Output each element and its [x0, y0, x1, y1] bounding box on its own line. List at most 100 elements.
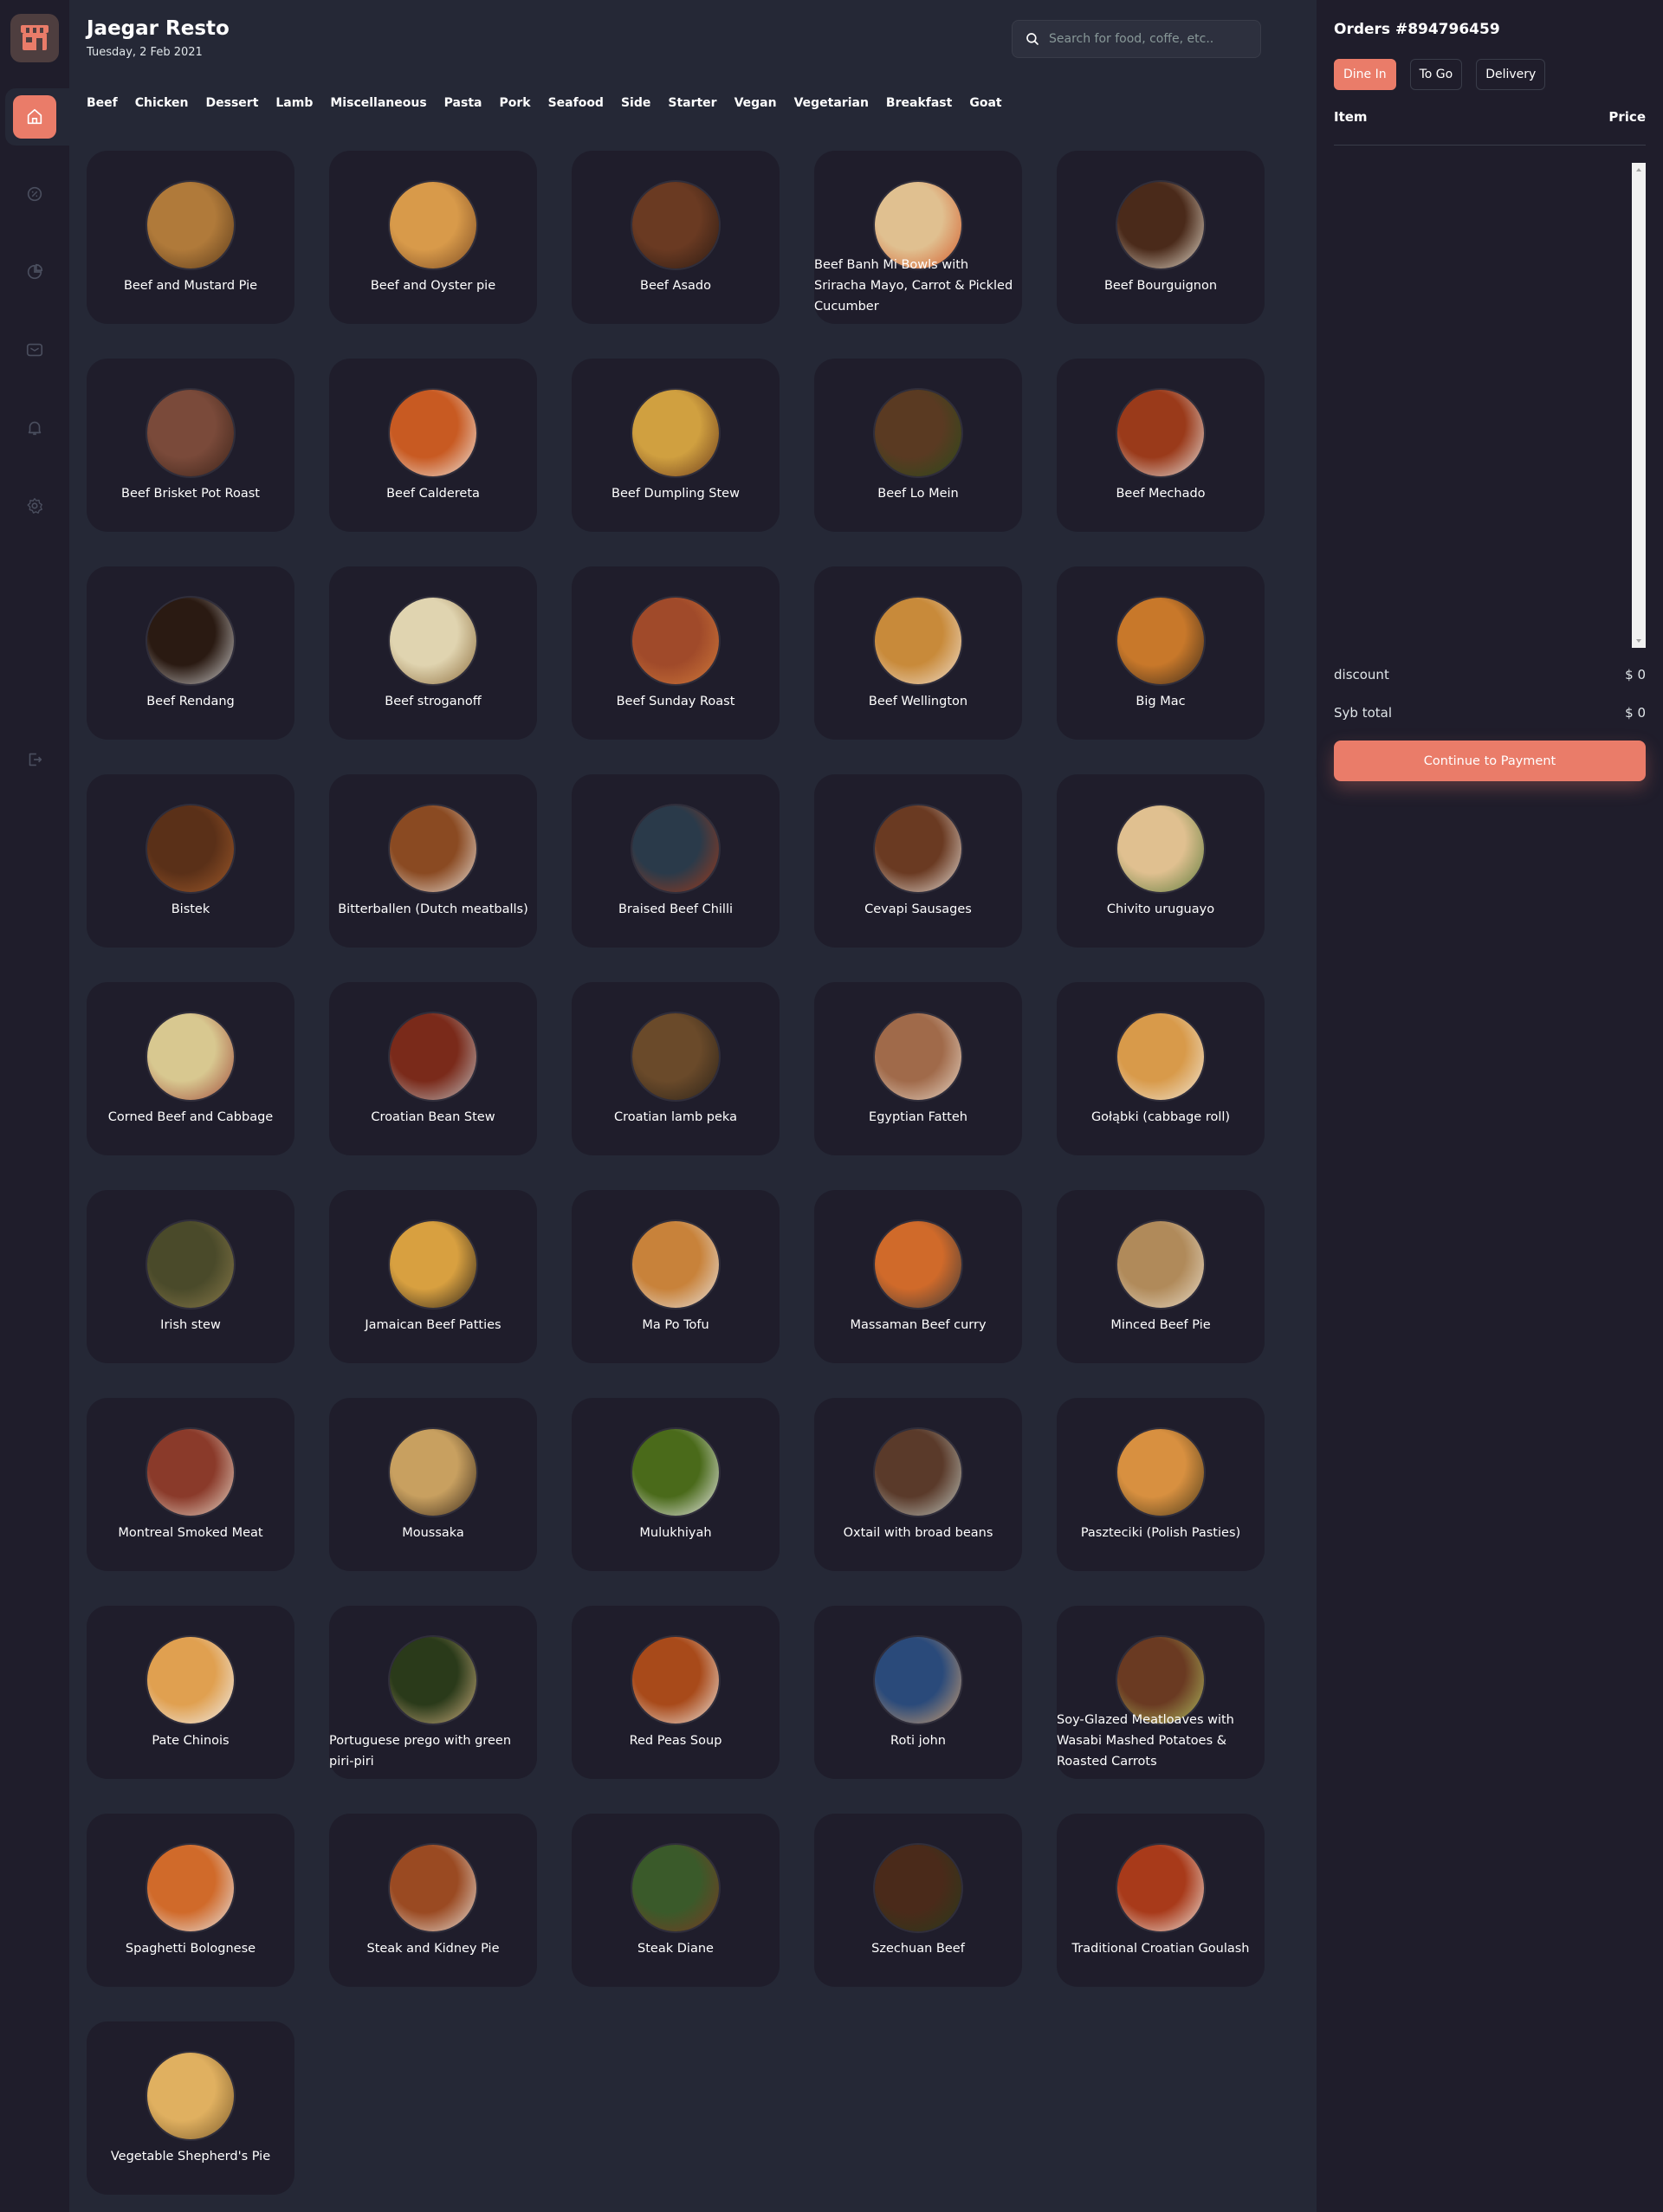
- menu-card[interactable]: Jamaican Beef Patties: [329, 1190, 537, 1363]
- menu-card[interactable]: Steak Diane: [572, 1814, 780, 1987]
- notification-icon: [28, 421, 42, 436]
- nav-dashboard[interactable]: [0, 248, 69, 296]
- menu-card[interactable]: Beef Wellington: [814, 566, 1022, 740]
- tab-to-go[interactable]: To Go: [1409, 59, 1463, 90]
- menu-card[interactable]: Beef Asado: [572, 151, 780, 324]
- menu-card[interactable]: Bitterballen (Dutch meatballs): [329, 774, 537, 948]
- subtotal-row: Syb total $ 0: [1334, 705, 1646, 721]
- menu-card[interactable]: Moussaka: [329, 1398, 537, 1571]
- dish-name: Paszteciki (Polish Pasties): [1080, 1526, 1241, 1540]
- menu-card[interactable]: Spaghetti Bolognese: [87, 1814, 294, 1987]
- category-tab-side[interactable]: Side: [621, 96, 650, 110]
- menu-card[interactable]: Gołąbki (cabbage roll): [1057, 982, 1265, 1155]
- menu-card[interactable]: Beef Dumpling Stew: [572, 359, 780, 532]
- menu-card[interactable]: Beef stroganoff: [329, 566, 537, 740]
- order-list-scrollbar[interactable]: [1632, 163, 1646, 648]
- menu-card[interactable]: Vegetable Shepherd's Pie: [87, 2021, 294, 2195]
- continue-to-payment-button[interactable]: Continue to Payment: [1334, 741, 1646, 781]
- menu-card[interactable]: Mulukhiyah: [572, 1398, 780, 1571]
- nav-settings[interactable]: [0, 482, 69, 530]
- category-tab-pasta[interactable]: Pasta: [444, 96, 482, 110]
- tab-dine-in[interactable]: Dine In: [1334, 59, 1396, 90]
- menu-card[interactable]: Montreal Smoked Meat: [87, 1398, 294, 1571]
- dish-name: Croatian lamb peka: [614, 1110, 737, 1124]
- category-tab-breakfast[interactable]: Breakfast: [886, 96, 952, 110]
- menu-card[interactable]: Cevapi Sausages: [814, 774, 1022, 948]
- category-tab-chicken[interactable]: Chicken: [135, 96, 189, 110]
- menu-card[interactable]: Big Mac: [1057, 566, 1265, 740]
- category-tab-miscellaneous[interactable]: Miscellaneous: [330, 96, 426, 110]
- menu-card[interactable]: Beef Lo Mein: [814, 359, 1022, 532]
- dish-name: Portuguese prego with green piri-piri: [329, 1734, 512, 1769]
- dish-name: Soy-Glazed Meatloaves with Wasabi Mashed…: [1057, 1713, 1234, 1769]
- category-tab-seafood[interactable]: Seafood: [548, 96, 604, 110]
- dish-image: [875, 390, 961, 476]
- menu-card[interactable]: Beef Caldereta: [329, 359, 537, 532]
- tab-delivery[interactable]: Delivery: [1476, 59, 1546, 90]
- menu-card[interactable]: Croatian Bean Stew: [329, 982, 537, 1155]
- category-tab-starter[interactable]: Starter: [668, 96, 716, 110]
- menu-card[interactable]: Traditional Croatian Goulash: [1057, 1814, 1265, 1987]
- menu-card[interactable]: Beef Rendang: [87, 566, 294, 740]
- dish-image: [147, 1637, 234, 1724]
- dish-name: Spaghetti Bolognese: [125, 1942, 256, 1956]
- category-tab-lamb[interactable]: Lamb: [275, 96, 313, 110]
- menu-card[interactable]: Beef Brisket Pot Roast: [87, 359, 294, 532]
- category-tab-vegetarian[interactable]: Vegetarian: [794, 96, 869, 110]
- nav-home[interactable]: [0, 93, 69, 141]
- menu-card[interactable]: Beef and Mustard Pie: [87, 151, 294, 324]
- dashboard-icon: [27, 263, 43, 280]
- menu-card[interactable]: Steak and Kidney Pie: [329, 1814, 537, 1987]
- nav-notifications[interactable]: [0, 404, 69, 452]
- divider: [1334, 145, 1646, 146]
- menu-card[interactable]: Ma Po Tofu: [572, 1190, 780, 1363]
- menu-card[interactable]: Soy-Glazed Meatloaves with Wasabi Mashed…: [1057, 1606, 1265, 1779]
- menu-card[interactable]: Beef Banh Mi Bowls with Sriracha Mayo, C…: [814, 151, 1022, 324]
- menu-card[interactable]: Pate Chinois: [87, 1606, 294, 1779]
- nav-discount[interactable]: [0, 170, 69, 218]
- menu-card[interactable]: Beef Bourguignon: [1057, 151, 1265, 324]
- scroll-down-icon[interactable]: [1636, 639, 1641, 643]
- menu-card[interactable]: Minced Beef Pie: [1057, 1190, 1265, 1363]
- scroll-up-icon[interactable]: [1636, 168, 1641, 171]
- menu-card[interactable]: Oxtail with broad beans: [814, 1398, 1022, 1571]
- dish-image: [147, 805, 234, 892]
- dish-image: [147, 1013, 234, 1100]
- search-input[interactable]: [1049, 32, 1248, 46]
- menu-card[interactable]: Red Peas Soup: [572, 1606, 780, 1779]
- menu-card[interactable]: Corned Beef and Cabbage: [87, 982, 294, 1155]
- menu-card[interactable]: Beef Mechado: [1057, 359, 1265, 532]
- search-icon: [1026, 33, 1039, 45]
- menu-card[interactable]: Beef Sunday Roast: [572, 566, 780, 740]
- menu-card[interactable]: Braised Beef Chilli: [572, 774, 780, 948]
- search-box[interactable]: [1012, 20, 1261, 58]
- menu-card[interactable]: Portuguese prego with green piri-piri: [329, 1606, 537, 1779]
- dish-name: Roti john: [890, 1734, 946, 1748]
- dish-name: Beef Asado: [640, 279, 711, 293]
- category-tab-vegan[interactable]: Vegan: [734, 96, 777, 110]
- menu-card[interactable]: Roti john: [814, 1606, 1022, 1779]
- menu-card[interactable]: Egyptian Fatteh: [814, 982, 1022, 1155]
- menu-card[interactable]: Massaman Beef curry: [814, 1190, 1022, 1363]
- category-tab-beef[interactable]: Beef: [87, 96, 118, 110]
- menu-card[interactable]: Irish stew: [87, 1190, 294, 1363]
- menu-card[interactable]: Croatian lamb peka: [572, 982, 780, 1155]
- order-type-tabs: Dine In To Go Delivery: [1334, 59, 1546, 90]
- category-tab-goat[interactable]: Goat: [969, 96, 1001, 110]
- dish-name: Beef and Oyster pie: [370, 279, 496, 293]
- dish-image: [875, 1429, 961, 1516]
- nav-logout[interactable]: [0, 735, 69, 784]
- menu-card[interactable]: Bistek: [87, 774, 294, 948]
- menu-card[interactable]: Paszteciki (Polish Pasties): [1057, 1398, 1265, 1571]
- menu-card[interactable]: Beef and Oyster pie: [329, 151, 537, 324]
- dish-name: Beef Lo Mein: [877, 487, 959, 501]
- dish-name: Croatian Bean Stew: [371, 1110, 495, 1124]
- category-tab-dessert[interactable]: Dessert: [206, 96, 259, 110]
- menu-card[interactable]: Chivito uruguayo: [1057, 774, 1265, 948]
- order-items-list[interactable]: [1334, 163, 1646, 648]
- restaurant-logo[interactable]: [10, 14, 59, 62]
- nav-messages[interactable]: [0, 326, 69, 374]
- menu-card[interactable]: Szechuan Beef: [814, 1814, 1022, 1987]
- dish-name: Massaman Beef curry: [850, 1318, 987, 1332]
- category-tab-pork[interactable]: Pork: [499, 96, 530, 110]
